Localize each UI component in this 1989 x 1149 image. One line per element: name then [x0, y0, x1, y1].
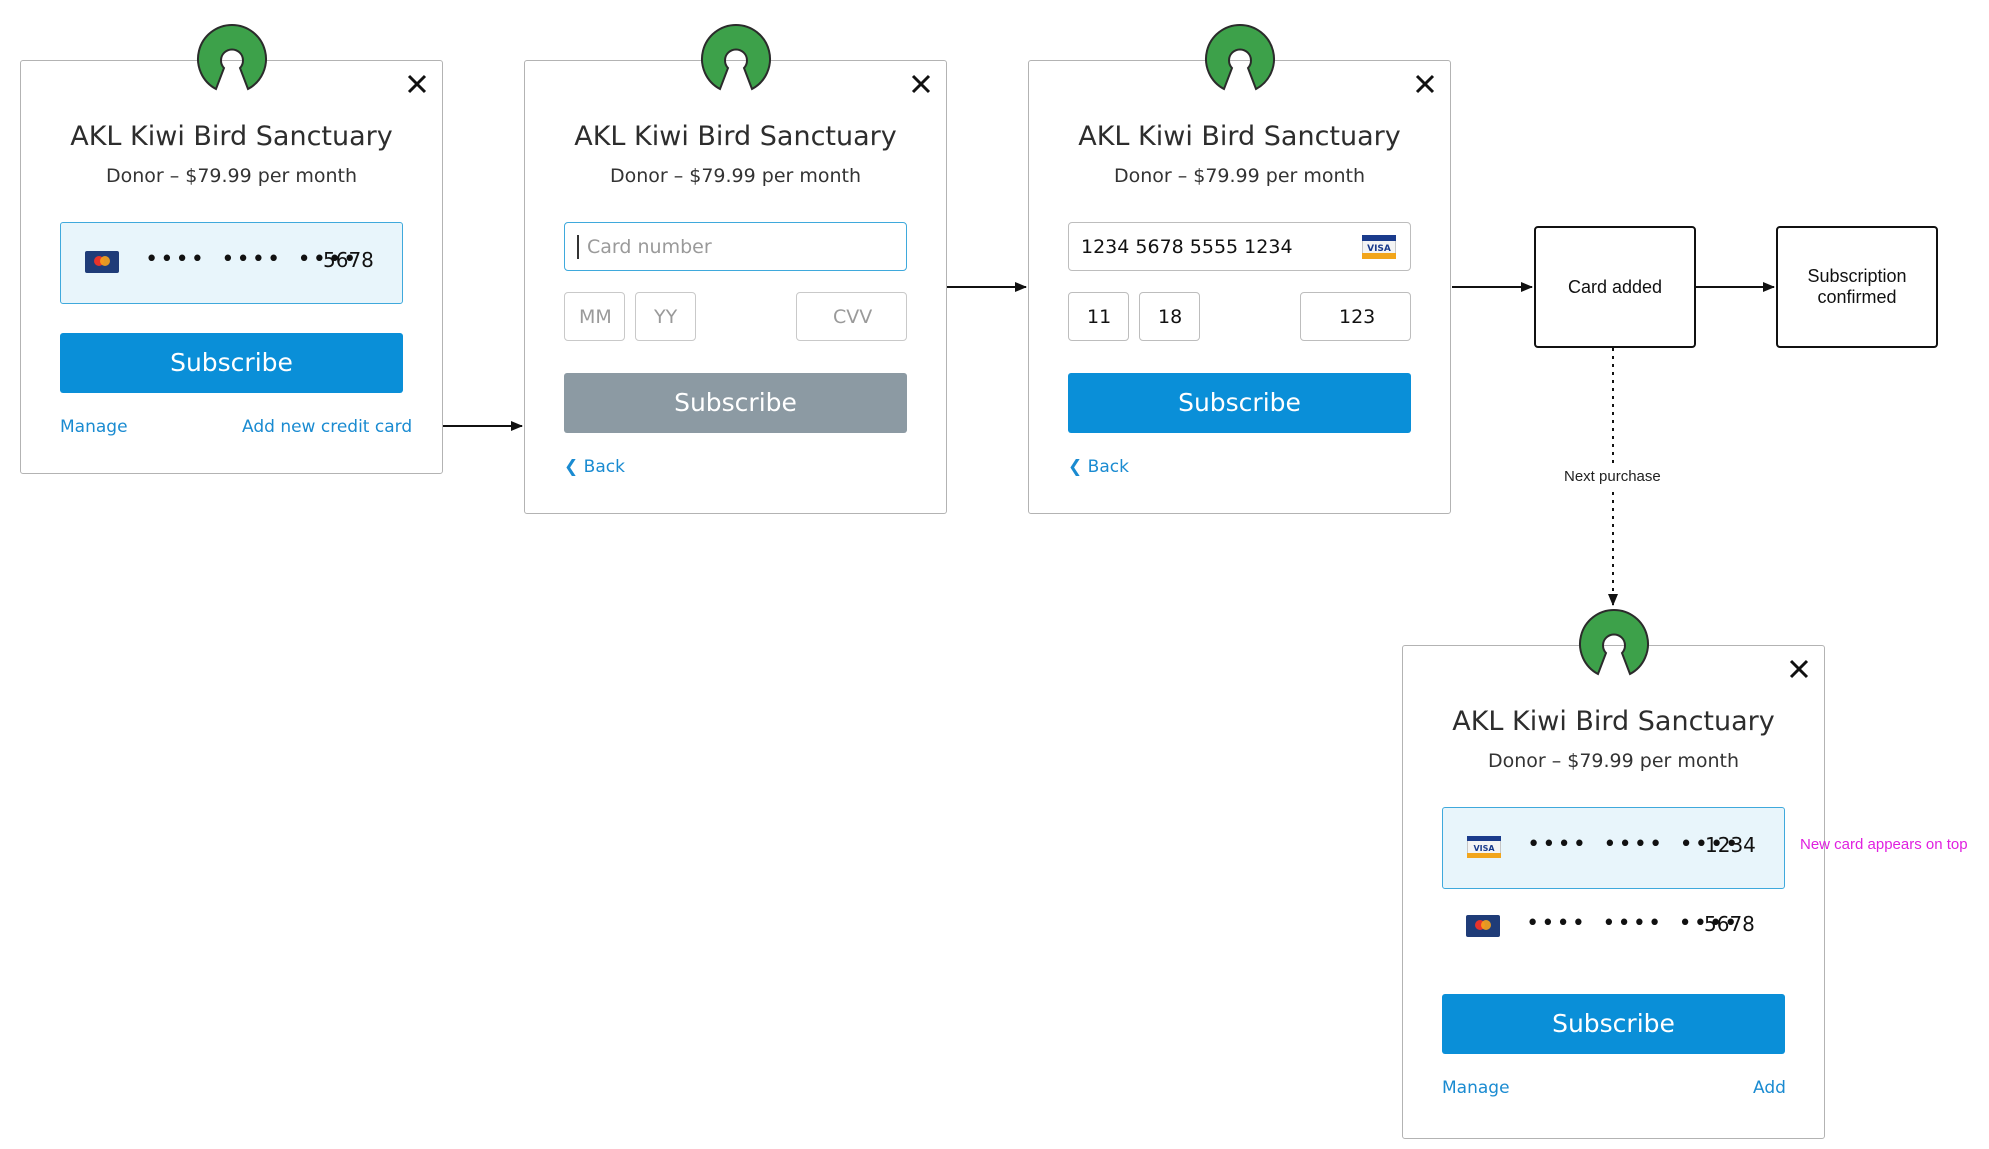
plan-subtitle: Donor – $79.99 per month	[1113, 165, 1366, 187]
card-last4: 5678	[1704, 912, 1755, 936]
close-icon[interactable]	[1788, 658, 1810, 680]
add-new-card-link[interactable]: Add new credit card	[242, 417, 412, 437]
manage-link[interactable]: Manage	[60, 417, 128, 437]
next-purchase-label: Next purchase	[1564, 466, 1661, 487]
saved-card-row[interactable]: •••• •••• •••• 5678	[60, 222, 403, 304]
visa-icon: VISA	[1467, 836, 1501, 858]
subscribe-button[interactable]: Subscribe	[1068, 373, 1411, 433]
cvv-input[interactable]: 123	[1300, 292, 1411, 341]
cvv-input[interactable]: CVV	[796, 292, 907, 341]
back-link[interactable]: ❮ Back	[1068, 457, 1129, 477]
subscribe-button-disabled[interactable]: Subscribe	[564, 373, 907, 433]
sanctuary-logo-icon	[700, 23, 771, 91]
cvv-value: 123	[1339, 306, 1376, 328]
back-label: Back	[583, 457, 625, 477]
org-title: AKL Kiwi Bird Sanctuary	[574, 121, 897, 152]
sanctuary-logo-icon	[1204, 23, 1275, 91]
chevron-left-icon: ❮	[564, 457, 584, 477]
card-number-value: 1234 5678 5555 1234	[1081, 236, 1293, 258]
yy-placeholder: YY	[654, 306, 678, 328]
svg-text:VISA: VISA	[1367, 244, 1391, 254]
expiry-year-input[interactable]: YY	[635, 292, 696, 341]
cvv-placeholder: CVV	[833, 306, 873, 328]
mm-placeholder: MM	[579, 306, 612, 328]
plan-subtitle: Donor – $79.99 per month	[1487, 750, 1740, 772]
mastercard-icon	[85, 251, 119, 273]
plan-subtitle: Donor – $79.99 per month	[105, 165, 358, 187]
expiry-year-input[interactable]: 18	[1139, 292, 1200, 341]
close-icon[interactable]	[1414, 73, 1436, 95]
yy-value: 18	[1158, 306, 1183, 328]
org-title: AKL Kiwi Bird Sanctuary	[1078, 121, 1401, 152]
subscription-confirmed-box: Subscription confirmed	[1776, 226, 1938, 348]
close-icon[interactable]	[406, 73, 428, 95]
org-title: AKL Kiwi Bird Sanctuary	[1452, 706, 1775, 737]
subscribe-button[interactable]: Subscribe	[1442, 994, 1785, 1054]
annotation-new-card-on-top: New card appears on top	[1800, 836, 1968, 853]
mm-value: 11	[1087, 306, 1112, 328]
panel-saved-card: AKL Kiwi Bird Sanctuary Donor – $79.99 p…	[20, 23, 443, 474]
card-last4: 1234	[1705, 833, 1756, 857]
subscribe-button[interactable]: Subscribe	[60, 333, 403, 393]
card-number-input[interactable]: Card number	[564, 222, 907, 271]
expiry-month-input[interactable]: MM	[564, 292, 625, 341]
saved-card-row-mastercard[interactable]: •••• •••• •••• 5678	[1442, 887, 1785, 969]
card-added-box: Card added	[1534, 226, 1696, 348]
visa-icon: VISA	[1362, 235, 1396, 259]
panel-next-purchase: AKL Kiwi Bird Sanctuary Donor – $79.99 p…	[1402, 608, 1825, 1139]
saved-card-row-visa[interactable]: VISA •••• •••• •••• 1234	[1442, 807, 1785, 889]
card-number-input[interactable]: 1234 5678 5555 1234 VISA	[1068, 222, 1411, 271]
org-title: AKL Kiwi Bird Sanctuary	[70, 121, 393, 152]
card-last4: 5678	[323, 248, 374, 272]
sanctuary-logo-icon	[196, 23, 267, 91]
close-icon[interactable]	[910, 73, 932, 95]
sanctuary-logo-icon	[1578, 608, 1649, 676]
chevron-left-icon: ❮	[1068, 457, 1088, 477]
card-number-placeholder: Card number	[587, 236, 712, 258]
svg-text:VISA: VISA	[1473, 844, 1495, 853]
text-cursor	[577, 235, 579, 259]
plan-subtitle: Donor – $79.99 per month	[609, 165, 862, 187]
panel-filled-card-form: AKL Kiwi Bird Sanctuary Donor – $79.99 p…	[1028, 23, 1451, 514]
manage-link[interactable]: Manage	[1442, 1078, 1510, 1098]
expiry-month-input[interactable]: 11	[1068, 292, 1129, 341]
mastercard-icon	[1466, 915, 1500, 937]
back-label: Back	[1087, 457, 1129, 477]
back-link[interactable]: ❮ Back	[564, 457, 625, 477]
add-card-link[interactable]: Add	[1753, 1078, 1786, 1098]
panel-new-card-form: AKL Kiwi Bird Sanctuary Donor – $79.99 p…	[524, 23, 947, 514]
